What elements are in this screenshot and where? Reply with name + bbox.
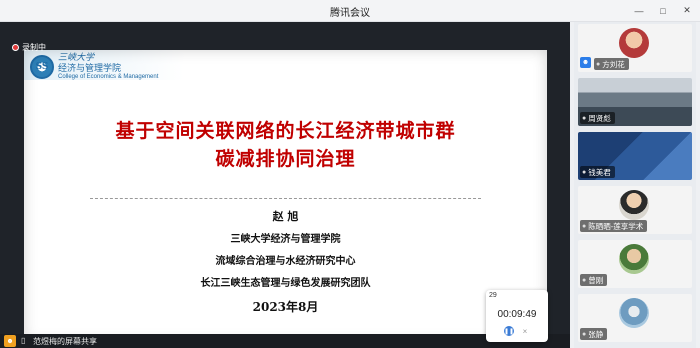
- logo-college-name-en: College of Economics & Management: [58, 73, 159, 80]
- minimize-icon[interactable]: —: [630, 3, 648, 18]
- record-icon: [12, 44, 19, 51]
- participant-name: 钱美君: [588, 167, 611, 177]
- microphone-muted-icon: ●: [582, 168, 587, 176]
- avatar: [619, 298, 649, 328]
- microphone-muted-icon: ●: [582, 330, 587, 338]
- participant-tile[interactable]: ● 曾刚: [578, 240, 692, 288]
- participant-tile[interactable]: ● 张静: [578, 294, 692, 342]
- participant-tile[interactable]: ● 陈晒晒-莲享学术: [578, 186, 692, 234]
- pause-icon[interactable]: ❚❚: [504, 326, 514, 336]
- shared-screen-stage: 录制中 SS 三峡大学 经济与管理学院 College of Economics…: [0, 22, 570, 342]
- close-icon[interactable]: ×: [520, 326, 530, 336]
- timer-index: 29: [489, 292, 497, 299]
- microphone-muted-icon: ●: [582, 222, 587, 230]
- participant-name: 方刘花: [602, 59, 625, 69]
- participant-tile[interactable]: ● 周贤彪: [578, 78, 692, 126]
- participant-name-tag: ● 陈晒晒-莲享学术: [580, 220, 648, 232]
- slide-affiliation-2: 流域综合治理与水经济研究中心: [215, 256, 356, 267]
- close-icon[interactable]: ✕: [678, 3, 696, 18]
- window-title: 腾讯会议: [330, 8, 370, 19]
- slide-title-line2: 碳减排协同治理: [215, 148, 356, 170]
- participant-name-tag: ● 周贤彪: [580, 112, 615, 124]
- seal-letters: SS: [35, 62, 49, 73]
- participant-name-tag: ● 钱美君: [580, 166, 615, 178]
- college-logo: SS 三峡大学 经济与管理学院 College of Economics & M…: [30, 53, 159, 80]
- avatar: [619, 190, 649, 220]
- presentation-slide: SS 三峡大学 经济与管理学院 College of Economics & M…: [24, 50, 547, 342]
- timer-widget[interactable]: 29 00:09:49 ❚❚ ×: [486, 290, 548, 342]
- avatar: [619, 244, 649, 274]
- university-seal-icon: SS: [30, 55, 54, 80]
- window-controls: — □ ✕: [630, 3, 696, 18]
- participant-name-tag: ● 方刘花: [594, 58, 629, 70]
- host-icon: ☻: [580, 57, 591, 68]
- slide-title-line1: 基于空间关联网络的长江经济带城市群: [115, 120, 456, 142]
- recording-indicator[interactable]: 录制中: [12, 42, 46, 53]
- participant-name: 张静: [588, 329, 604, 339]
- title-divider: [90, 198, 481, 199]
- participant-list: ☻ ● 方刘花 ● 周贤彪 ● 钱美君 ● 陈晒晒-莲享学术 ● 曾刚 ● 张静: [574, 22, 696, 348]
- screen-share-bar: ☻ ▯ 范煜梅的屏幕共享: [0, 334, 570, 348]
- recording-label: 录制中: [22, 43, 46, 52]
- slide-author: 赵 旭: [272, 210, 299, 223]
- screen-share-label: 范煜梅的屏幕共享: [33, 337, 97, 346]
- participant-name: 周贤彪: [588, 113, 611, 123]
- participant-tile[interactable]: ☻ ● 方刘花: [578, 24, 692, 72]
- microphone-icon[interactable]: ▯: [21, 336, 25, 345]
- slide-affiliation-3: 长江三峡生态管理与绿色发展研究团队: [200, 278, 371, 289]
- user-icon[interactable]: ☻: [4, 335, 16, 347]
- microphone-muted-icon: ●: [596, 60, 601, 68]
- participant-name: 曾刚: [588, 275, 604, 285]
- participant-name-tag: ● 张静: [580, 328, 608, 340]
- participant-name-tag: ● 曾刚: [580, 274, 608, 286]
- avatar: [619, 28, 649, 58]
- maximize-icon[interactable]: □: [654, 3, 672, 18]
- participant-name: 陈晒晒-莲享学术: [588, 221, 644, 231]
- title-bar: 腾讯会议 — □ ✕: [0, 0, 700, 22]
- logo-college-name: 经济与管理学院: [58, 62, 122, 73]
- timer-time: 00:09:49: [497, 309, 537, 320]
- meeting-window: 腾讯会议 — □ ✕ 录制中 SS 三峡大学 经济与管理学院 College o…: [0, 0, 700, 348]
- slide-affiliation-1: 三峡大学经济与管理学院: [230, 234, 341, 245]
- participant-tile[interactable]: ● 钱美君: [578, 132, 692, 180]
- microphone-muted-icon: ●: [582, 114, 587, 122]
- slide-date: 2023年8月: [252, 300, 319, 314]
- microphone-muted-icon: ●: [582, 276, 587, 284]
